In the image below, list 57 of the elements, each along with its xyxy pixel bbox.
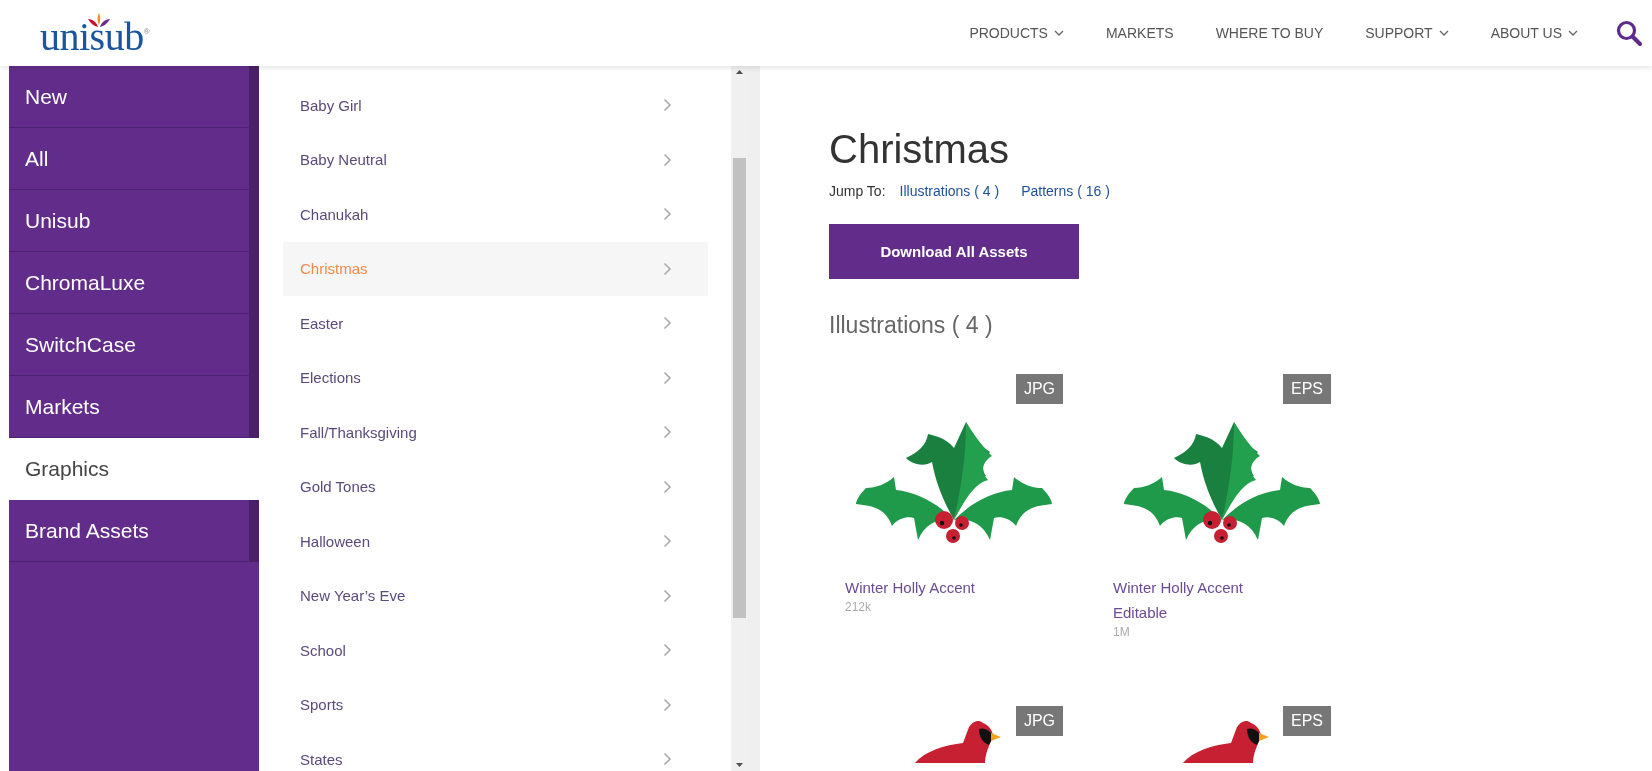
holly-drawing[interactable] xyxy=(1124,422,1320,544)
sidebar-item[interactable]: New xyxy=(9,66,259,128)
unisub-logo[interactable]: unisub® xyxy=(40,9,150,57)
format-badge: JPG xyxy=(1015,374,1063,404)
jump-link[interactable]: Illustrations ( 4 ) xyxy=(899,183,1000,199)
category-item[interactable]: Fall/Thanksgiving xyxy=(283,405,708,460)
chevron-right-icon xyxy=(663,588,672,603)
sidebar-item[interactable]: Graphics xyxy=(9,438,259,500)
category-item[interactable]: Gold Tones xyxy=(283,459,708,514)
file-size: 1M xyxy=(1113,625,1130,639)
chevron-right-icon xyxy=(663,479,672,494)
format-badge: EPS xyxy=(1283,374,1331,404)
sidebar-item[interactable]: All xyxy=(9,128,259,190)
chevron-right-icon xyxy=(663,316,672,331)
sidebar-item[interactable]: SwitchCase xyxy=(9,314,259,376)
category-item[interactable]: Easter xyxy=(283,296,708,351)
chevron-right-icon xyxy=(663,98,672,113)
nav-link[interactable]: WHERE TO BUY xyxy=(1215,25,1324,41)
asset-title[interactable]: Winter Holly Accent Editable xyxy=(1113,575,1293,625)
category-item[interactable]: Elections xyxy=(283,350,708,405)
nav-link[interactable]: MARKETS xyxy=(1105,25,1174,41)
chevron-right-icon xyxy=(663,152,672,167)
sidebar-item[interactable]: Unisub xyxy=(9,190,259,252)
chevron-right-icon xyxy=(663,752,672,767)
chevron-right-icon xyxy=(663,207,672,222)
category-item[interactable]: States xyxy=(283,732,708,771)
category-item[interactable]: Chanukah xyxy=(283,187,708,242)
category-item[interactable]: Baby Neutral xyxy=(283,132,708,187)
section-heading: Illustrations ( 4 ) xyxy=(829,312,994,339)
format-badge: EPS xyxy=(1283,706,1331,736)
category-item[interactable]: Sports xyxy=(283,677,708,732)
scrollbar-thumb[interactable] xyxy=(733,158,746,618)
file-size: 212k xyxy=(845,600,872,614)
format-badge: JPG xyxy=(1015,706,1063,736)
page-title: Christmas xyxy=(829,126,1011,173)
chevron-right-icon xyxy=(663,643,672,658)
chevron-right-icon xyxy=(663,370,672,385)
asset-title[interactable]: Winter Holly Accent xyxy=(845,575,1025,600)
nav-link[interactable]: SUPPORT xyxy=(1365,25,1449,41)
download-button[interactable]: Download All Assets xyxy=(829,224,1079,279)
chevron-right-icon xyxy=(663,534,672,549)
holly-drawing[interactable] xyxy=(856,422,1052,544)
category-item[interactable]: Halloween xyxy=(283,514,708,569)
search-icon[interactable] xyxy=(1616,20,1642,46)
scrollbar[interactable] xyxy=(731,66,748,771)
category-item[interactable]: New Year’s Eve xyxy=(283,568,708,623)
jump-link[interactable]: Patterns ( 16 ) xyxy=(1021,183,1110,199)
nav-link[interactable]: PRODUCTS xyxy=(969,25,1064,41)
sidebar-item[interactable]: Brand Assets xyxy=(9,500,259,562)
category-item[interactable]: School xyxy=(283,623,708,678)
jump-label: Jump To: xyxy=(829,183,886,199)
chevron-right-icon xyxy=(663,697,672,712)
category-item[interactable]: Baby Girl xyxy=(283,78,708,133)
sidebar-item[interactable]: ChromaLuxe xyxy=(9,252,259,314)
chevron-right-icon xyxy=(663,261,672,276)
chevron-right-icon xyxy=(663,425,672,440)
nav-link[interactable]: ABOUT US xyxy=(1490,25,1578,41)
